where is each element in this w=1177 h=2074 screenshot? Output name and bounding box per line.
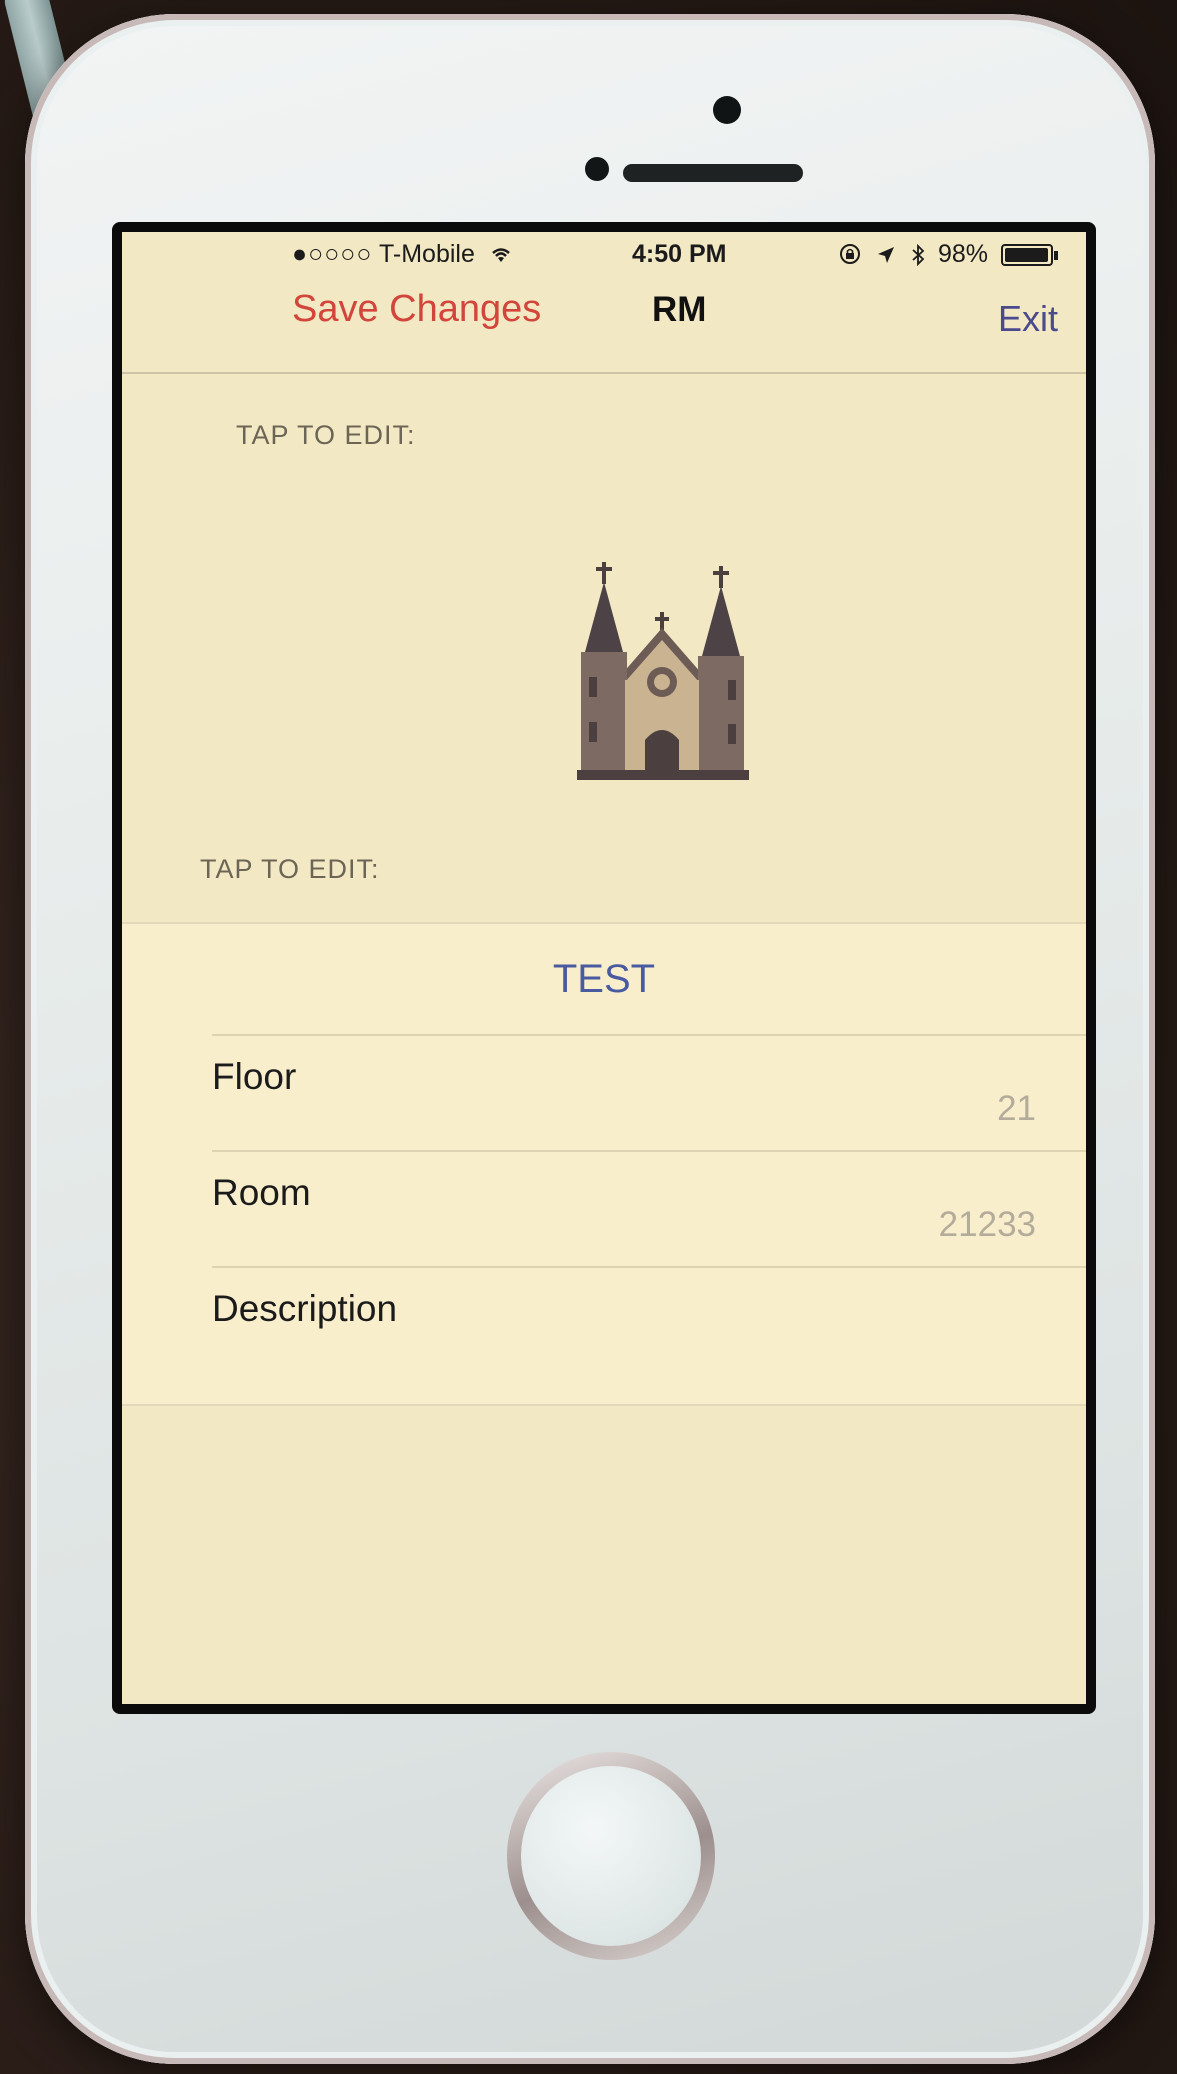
floor-row[interactable]: Floor 21 xyxy=(122,1034,1086,1150)
proximity-sensor xyxy=(585,157,609,181)
status-left: ●○○○○ T-Mobile xyxy=(292,240,514,269)
building-image-button[interactable] xyxy=(567,552,767,792)
description-row[interactable]: Description xyxy=(122,1266,1086,1382)
status-time: 4:50 PM xyxy=(632,240,727,268)
battery-nub xyxy=(1054,250,1058,260)
page-title: RM xyxy=(652,290,707,329)
battery-percent: 98% xyxy=(938,240,989,268)
room-label: Room xyxy=(212,1172,311,1213)
details-table: TEST Floor 21 Room 21233 Description xyxy=(122,922,1086,1406)
battery-icon xyxy=(1001,244,1053,267)
bluetooth-icon xyxy=(912,243,925,267)
home-button[interactable] xyxy=(521,1766,701,1946)
rotation-lock-icon xyxy=(840,244,861,264)
image-section-label: TAP TO EDIT: xyxy=(236,420,416,450)
app-screen: ●○○○○ T-Mobile 4:50 PM 98% Save Changes … xyxy=(122,232,1086,1704)
navigation-bar: Save Changes RM Exit xyxy=(122,272,1086,374)
room-row[interactable]: Room 21233 xyxy=(122,1150,1086,1266)
exit-button[interactable]: Exit xyxy=(998,298,1058,340)
status-bar: ●○○○○ T-Mobile 4:50 PM 98% xyxy=(122,232,1086,272)
room-value: 21233 xyxy=(938,1205,1036,1244)
row-divider xyxy=(212,1266,1086,1268)
wifi-icon xyxy=(492,248,510,262)
row-divider xyxy=(212,1034,1086,1036)
name-field[interactable]: TEST xyxy=(122,924,1086,1034)
floor-label: Floor xyxy=(212,1056,297,1097)
location-arrow-icon xyxy=(878,247,895,263)
row-divider xyxy=(212,1150,1086,1152)
save-changes-button[interactable]: Save Changes xyxy=(292,288,541,331)
church-icon xyxy=(577,562,749,780)
description-label: Description xyxy=(212,1288,398,1329)
earpiece-speaker xyxy=(623,164,803,182)
front-camera xyxy=(713,96,741,124)
signal-strength-icon: ●○○○○ xyxy=(292,240,373,268)
details-section-label: TAP TO EDIT: xyxy=(200,854,380,884)
status-right: 98% xyxy=(839,240,1058,269)
floor-value: 21 xyxy=(997,1089,1036,1128)
carrier-name: T-Mobile xyxy=(379,240,475,268)
